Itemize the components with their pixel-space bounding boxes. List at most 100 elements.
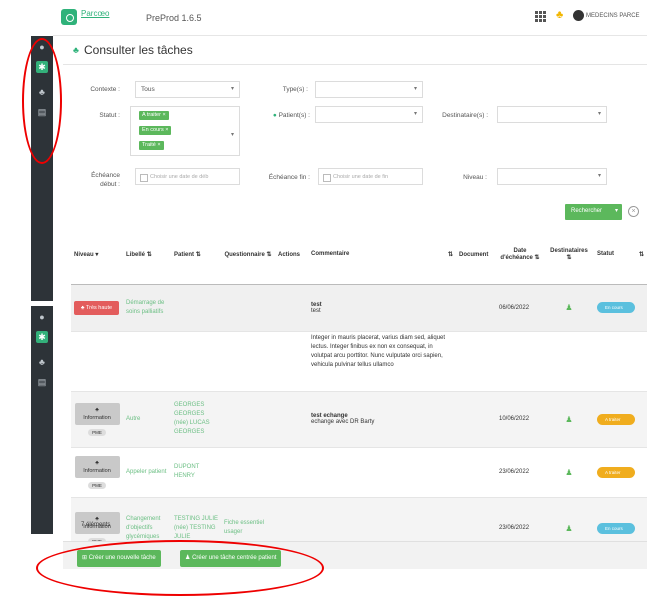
col-niveau[interactable]: Niveau ▾: [71, 226, 123, 285]
clear-filters-icon[interactable]: ×: [628, 206, 639, 217]
chevron-down-icon: ▾: [95, 252, 99, 259]
statut-tag[interactable]: En cours ×: [139, 126, 172, 135]
questionnaire[interactable]: [221, 284, 275, 332]
types-label: Type(s) :: [282, 86, 308, 93]
table-row[interactable]: Integer in mauris placerat, varius diam …: [71, 331, 647, 392]
table-row[interactable]: ♣ Information PME Autre GEORGES GEORGES (n…: [71, 391, 647, 448]
calendar-icon[interactable]: ▤: [36, 376, 48, 388]
table-row[interactable]: ♣ Très haute Démarrage de soins palliati…: [71, 284, 647, 332]
user-circle-icon[interactable]: ●: [36, 311, 48, 323]
comment-cell: Integer in mauris placerat, varius diam …: [308, 331, 456, 392]
col-date-echeance[interactable]: Date d'échéance ⇅: [496, 226, 544, 285]
level-cell: [71, 331, 123, 392]
status-badge[interactable]: A traiter: [597, 413, 635, 425]
col-actions: Actions: [275, 226, 308, 285]
types-select[interactable]: ▾: [315, 81, 423, 98]
logo-icon[interactable]: [61, 9, 77, 25]
task-label[interactable]: Autre: [123, 391, 171, 448]
col-statut[interactable]: Statut ⇅: [594, 226, 647, 285]
patient-name[interactable]: [171, 284, 221, 332]
sort-icon: ⇅: [566, 255, 572, 262]
header-divider: [63, 64, 647, 65]
chevron-down-icon: ▾: [614, 208, 618, 214]
destinataires-label: Destinataire(s) :: [442, 112, 488, 119]
echeance-debut-label: Échéance début :: [91, 172, 120, 188]
status-cell: [594, 331, 647, 392]
apps-grid-icon[interactable]: [535, 11, 546, 22]
result-count: 7 éléments: [81, 522, 111, 528]
patients-select[interactable]: ▾: [315, 106, 423, 123]
patients-label: ● Patient(s) :: [272, 112, 310, 119]
environment-label: PreProd 1.6.5: [146, 13, 202, 23]
level-badge: ♣ Très haute: [74, 300, 119, 315]
sort-icon: ⇅: [146, 252, 152, 259]
comment-cell: test test: [308, 284, 456, 332]
person-icon[interactable]: ♟: [544, 284, 594, 332]
patient-name[interactable]: DUPONT HENRY: [171, 447, 221, 498]
notification-bell-icon[interactable]: ♣: [556, 9, 563, 21]
contexte-label: Contexte :: [90, 86, 120, 93]
questionnaire[interactable]: [221, 447, 275, 498]
page-header: ♣ Consulter les tâches: [63, 36, 647, 66]
due-date: 10/06/2022: [496, 391, 544, 448]
questionnaire[interactable]: [221, 331, 275, 392]
bell-icon: ♣: [73, 45, 79, 55]
pme-badge: PME: [88, 428, 106, 436]
document-cell: [456, 284, 496, 332]
statut-tag[interactable]: Traité ×: [139, 141, 164, 150]
patient-name[interactable]: [171, 331, 221, 392]
dashboard-icon[interactable]: ✱: [36, 331, 48, 343]
echeance-fin-input[interactable]: Choisir une date de fin: [318, 168, 423, 185]
page-title: Consulter les tâches: [84, 43, 193, 57]
annotation-circle: [36, 540, 324, 596]
actions-cell: [275, 284, 308, 332]
pme-badge: PME: [88, 481, 106, 489]
niveau-select[interactable]: ▾: [497, 168, 607, 185]
patient-name[interactable]: GEORGES GEORGES (née) LUCAS GEORGES: [171, 391, 221, 448]
bell-icon[interactable]: ♣: [36, 356, 48, 368]
level-badge: ♣ Information: [74, 402, 120, 425]
col-destinataires[interactable]: Destinataires ⇅: [544, 226, 594, 285]
level-badge: ♣ Information: [74, 455, 120, 478]
echeance-debut-input[interactable]: Choisir une date de déb: [135, 168, 240, 185]
chevron-down-icon: ▾: [230, 132, 234, 138]
task-label[interactable]: Démarrage de soins palliatifs: [123, 284, 171, 332]
col-document: Document: [456, 226, 496, 285]
user-name[interactable]: MEDECINS PARCE: [586, 13, 640, 19]
table-row[interactable]: ♣ Information PME Appeler patient DUPONT H…: [71, 447, 647, 498]
status-badge[interactable]: A traiter: [597, 466, 635, 478]
statut-tag[interactable]: A traiter ×: [139, 111, 169, 120]
chevron-down-icon: ▾: [230, 86, 234, 92]
recipients-cell: [544, 331, 594, 392]
user-avatar-icon[interactable]: [573, 10, 584, 21]
due-date: 06/06/2022: [496, 284, 544, 332]
contexte-select[interactable]: Tous ▾: [135, 81, 240, 98]
actions-cell: [275, 331, 308, 392]
col-libelle[interactable]: Libellé ⇅: [123, 226, 171, 285]
person-icon[interactable]: ♟: [544, 447, 594, 498]
search-button[interactable]: Rechercher ▾: [565, 204, 622, 220]
due-date: [496, 331, 544, 392]
col-questionnaire[interactable]: Questionnaire ⇅: [221, 226, 275, 285]
task-label[interactable]: Appeler patient: [123, 447, 171, 498]
person-icon[interactable]: ♟: [544, 391, 594, 448]
status-badge[interactable]: En cours: [597, 302, 635, 313]
brand-name[interactable]: Parcœo: [81, 9, 109, 18]
questionnaire[interactable]: [221, 391, 275, 448]
sort-icon: ⇅: [638, 252, 644, 259]
annotation-circle: [22, 38, 62, 164]
sort-icon: ⇅: [534, 255, 540, 262]
actions-cell: [275, 447, 308, 498]
sort-icon: ⇅: [266, 252, 272, 259]
col-commentaire[interactable]: Commentaire ⇅: [308, 226, 456, 285]
echeance-fin-label: Échéance fin :: [268, 174, 310, 181]
actions-cell: [275, 391, 308, 448]
chevron-down-icon: ▾: [413, 111, 417, 117]
col-patient[interactable]: Patient ⇅: [171, 226, 221, 285]
destinataires-select[interactable]: ▾: [497, 106, 607, 123]
sort-icon: ⇅: [447, 252, 453, 259]
task-label[interactable]: [123, 331, 171, 392]
status-badge[interactable]: En cours: [597, 522, 635, 534]
statut-label: Statut :: [99, 112, 120, 119]
table-header-row: Niveau ▾ Libellé ⇅ Patient ⇅ Questionnai…: [71, 226, 647, 285]
